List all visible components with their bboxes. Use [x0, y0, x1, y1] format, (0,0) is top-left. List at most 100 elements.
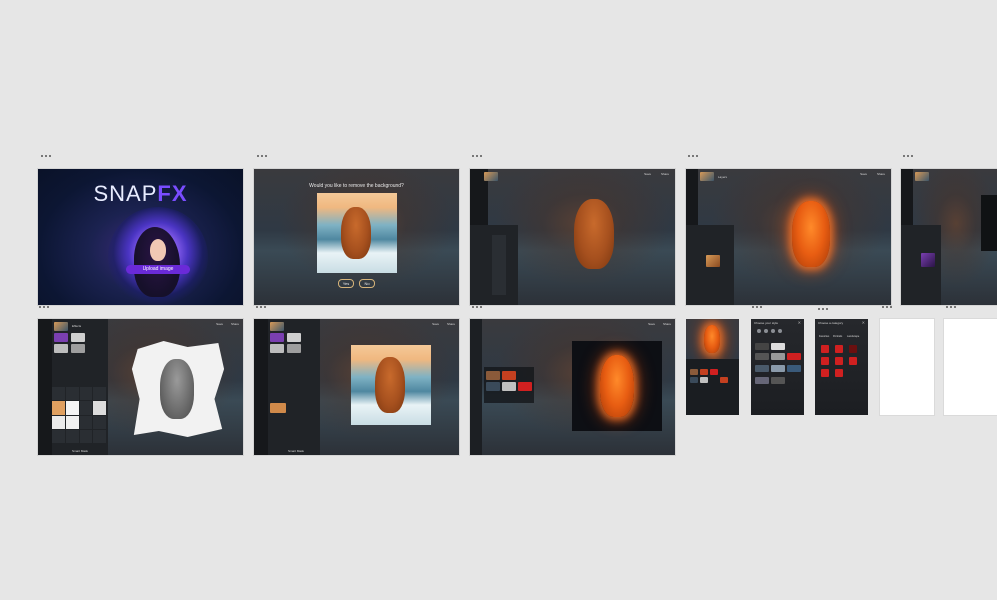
category-thumb[interactable]	[849, 345, 857, 353]
category-thumb[interactable]	[835, 345, 843, 353]
frame-menu-icon[interactable]	[472, 154, 484, 158]
style-thumb[interactable]	[787, 353, 801, 360]
frame-menu-icon[interactable]	[41, 154, 53, 158]
editor-partial-screen	[901, 169, 997, 305]
filter-thumb[interactable]	[690, 369, 698, 375]
layer-thumbnail[interactable]	[270, 322, 284, 331]
frame-menu-icon[interactable]	[818, 307, 830, 311]
editor-sketch-screen: Effects Smart Mask Save Share	[38, 319, 243, 455]
save-button[interactable]: Save	[644, 172, 651, 176]
category-icons[interactable]	[757, 329, 782, 333]
style-thumb[interactable]	[755, 353, 769, 360]
layer-thumbnail[interactable]	[700, 172, 714, 181]
effect-thumb[interactable]	[270, 333, 284, 342]
sketch-canvas	[131, 341, 225, 437]
layer-strip	[492, 235, 506, 295]
style-thumb[interactable]	[771, 343, 785, 350]
left-sidebar	[38, 319, 52, 455]
smart-mask-label[interactable]: Smart Mask	[288, 449, 304, 453]
share-button[interactable]: Share	[231, 322, 239, 326]
effect-thumb[interactable]	[270, 344, 284, 353]
save-button[interactable]: Save	[216, 322, 223, 326]
category-thumb[interactable]	[821, 369, 829, 377]
style-thumb[interactable]	[755, 343, 769, 350]
effect-thumbnail[interactable]	[921, 253, 935, 267]
effect-thumb[interactable]	[54, 333, 68, 342]
upload-image-button[interactable]: Upload image	[126, 265, 190, 274]
filter-thumb[interactable]	[518, 382, 532, 391]
filter-thumb[interactable]	[486, 371, 500, 380]
layer-thumbnail[interactable]	[484, 172, 498, 181]
filter-thumb[interactable]	[700, 377, 708, 383]
dog-glow-effect	[600, 355, 634, 417]
effect-thumb[interactable]	[71, 344, 85, 353]
style-thumb[interactable]	[755, 365, 769, 372]
style-thumb[interactable]	[755, 377, 769, 384]
category-thumb[interactable]	[835, 357, 843, 365]
blank-artboard[interactable]	[944, 319, 997, 415]
tab-layers[interactable]: Layers	[718, 175, 727, 179]
frame-menu-icon[interactable]	[903, 154, 915, 158]
filter-thumb[interactable]	[720, 377, 728, 383]
category-thumb[interactable]	[821, 345, 829, 353]
close-icon[interactable]: ✕	[798, 320, 801, 325]
remove-background-dialog: Would you like to remove the background?…	[254, 169, 459, 305]
filter-thumb[interactable]	[486, 382, 500, 391]
app-logo: SNAPFX	[93, 181, 188, 206]
filter-thumb[interactable]	[690, 377, 698, 383]
effect-thumb[interactable]	[287, 344, 301, 353]
layer-thumbnail[interactable]	[915, 172, 929, 181]
filter-thumb[interactable]	[710, 369, 718, 375]
frame-menu-icon[interactable]	[256, 305, 268, 309]
tab-effects[interactable]: Effects	[72, 324, 81, 328]
effect-thumb[interactable]	[71, 333, 85, 342]
filter-thumb[interactable]	[502, 371, 516, 380]
dog-figure	[341, 207, 371, 259]
cat-tab[interactable]: Portraits	[833, 335, 842, 338]
filter-thumb[interactable]	[502, 382, 516, 391]
effect-thumb[interactable]	[54, 344, 68, 353]
style-thumb[interactable]	[787, 365, 801, 372]
dog-photo	[351, 345, 431, 425]
save-button[interactable]: Save	[432, 322, 439, 326]
mobile-category-screen: Choose a category ✕ Favorites Portraits …	[815, 319, 868, 415]
style-thumb[interactable]	[771, 377, 785, 384]
save-button[interactable]: Save	[860, 172, 867, 176]
share-button[interactable]: Share	[877, 172, 885, 176]
mobile-glow-screen	[686, 319, 739, 415]
cat-tab[interactable]: Favorites	[819, 335, 829, 338]
save-button[interactable]: Save	[648, 322, 655, 326]
smart-mask-label[interactable]: Smart Mask	[72, 449, 88, 453]
effect-thumbnail[interactable]	[706, 255, 720, 267]
frame-menu-icon[interactable]	[257, 154, 269, 158]
frame-menu-icon[interactable]	[882, 305, 894, 309]
yes-button[interactable]: Yes	[338, 279, 354, 288]
blank-artboard[interactable]	[880, 319, 934, 415]
frame-menu-icon[interactable]	[752, 305, 764, 309]
category-thumb[interactable]	[821, 357, 829, 365]
effect-thumb[interactable]	[287, 333, 301, 342]
style-thumb[interactable]	[771, 353, 785, 360]
frame-menu-icon[interactable]	[472, 305, 484, 309]
category-header: Choose a category	[818, 321, 844, 325]
cat-tab[interactable]: Landscape	[847, 335, 859, 338]
effects-grid[interactable]	[52, 387, 106, 443]
frame-menu-icon[interactable]	[946, 305, 958, 309]
left-sidebar	[254, 319, 268, 455]
frame-menu-icon[interactable]	[39, 305, 51, 309]
category-thumb[interactable]	[835, 369, 843, 377]
sketch-dog	[160, 359, 194, 419]
frame-menu-icon[interactable]	[688, 154, 700, 158]
filter-thumb[interactable]	[700, 369, 708, 375]
share-button[interactable]: Share	[661, 172, 669, 176]
splash-screen: SNAPFX Upload image	[38, 169, 243, 305]
share-button[interactable]: Share	[663, 322, 671, 326]
layer-thumbnail[interactable]	[54, 322, 68, 331]
category-thumb[interactable]	[849, 357, 857, 365]
effect-thumb[interactable]	[270, 403, 286, 413]
hero-face	[150, 239, 166, 261]
no-button[interactable]: No	[359, 279, 375, 288]
close-icon[interactable]: ✕	[862, 320, 865, 325]
share-button[interactable]: Share	[447, 322, 455, 326]
style-thumb[interactable]	[771, 365, 785, 372]
